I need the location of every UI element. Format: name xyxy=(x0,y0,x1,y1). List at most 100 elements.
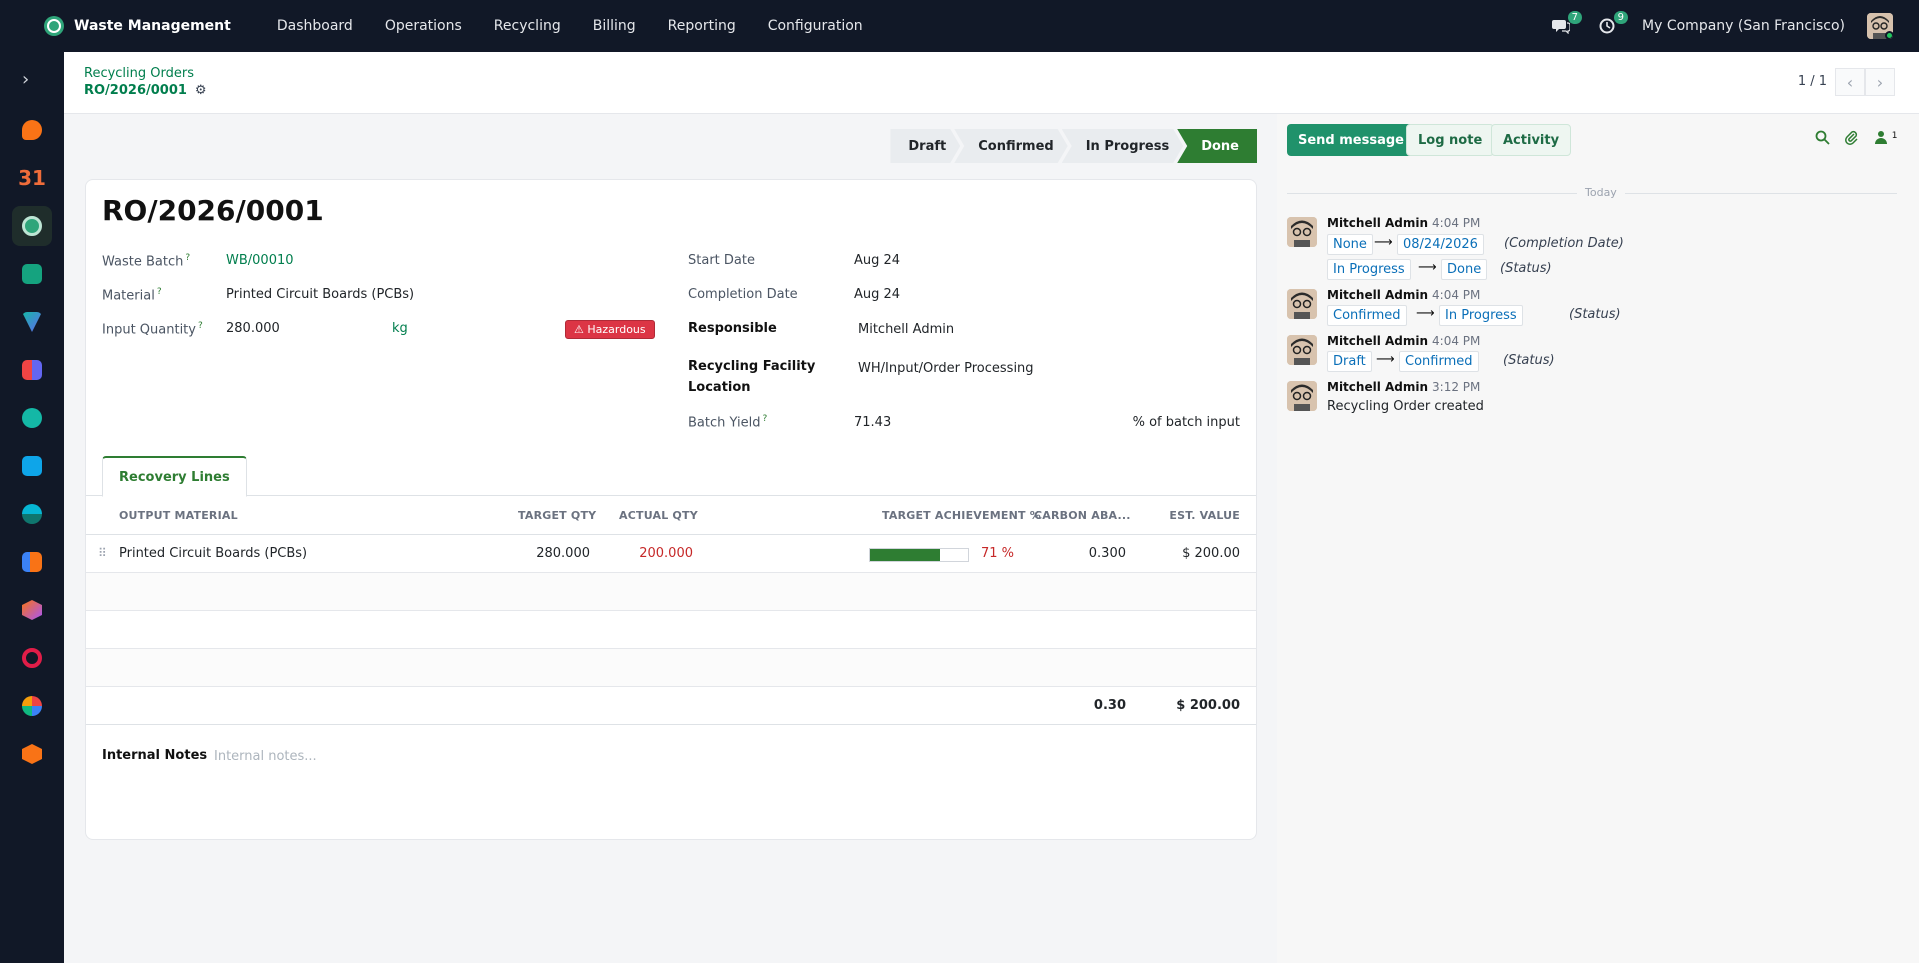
table-row[interactable]: ⠿ Printed Circuit Boards (PCBs) 280.000 … xyxy=(86,535,1256,573)
message-author[interactable]: Mitchell Admin 4:04 PM xyxy=(1327,288,1480,302)
start-date-field[interactable]: Aug 24 xyxy=(854,253,900,268)
cell-est-value[interactable]: $ 200.00 xyxy=(1182,546,1240,561)
pager-next-button[interactable]: › xyxy=(1865,68,1895,96)
facility-field[interactable]: WH/Input/Order Processing xyxy=(858,361,1034,376)
status-confirmed[interactable]: Confirmed xyxy=(954,129,1067,163)
send-message-button[interactable]: Send message xyxy=(1287,124,1415,156)
breadcrumb-current-record: RO/2026/0001 ⚙ xyxy=(84,83,207,98)
company-switcher[interactable]: My Company (San Francisco) xyxy=(1642,18,1845,34)
col-target-achievement[interactable]: TARGET ACHIEVEMENT % xyxy=(882,509,1041,522)
nav-reporting[interactable]: Reporting xyxy=(668,18,736,34)
cell-actual-qty[interactable]: 200.000 xyxy=(639,546,693,561)
nav-billing[interactable]: Billing xyxy=(593,18,636,34)
input-uom-field[interactable]: kg xyxy=(392,321,408,336)
responsible-field[interactable]: Mitchell Admin xyxy=(858,322,954,337)
sidebar-app-crm[interactable] xyxy=(12,302,52,342)
responsible-label: Responsible xyxy=(688,321,777,336)
message-author-avatar[interactable] xyxy=(1287,381,1317,411)
drag-handle-icon[interactable]: ⠿ xyxy=(98,546,107,560)
sidebar-app-contacts[interactable] xyxy=(12,254,52,294)
change-new-value: Confirmed xyxy=(1399,351,1479,372)
user-face-icon xyxy=(1287,289,1317,319)
pie-chart-app-icon xyxy=(22,696,42,716)
log-note-button[interactable]: Log note xyxy=(1406,124,1495,156)
message-author[interactable]: Mitchell Admin 3:12 PM xyxy=(1327,380,1480,394)
sidebar-app-maintenance[interactable] xyxy=(12,734,52,774)
app-logo-icon[interactable] xyxy=(44,16,64,36)
dashboards-app-icon xyxy=(22,360,42,380)
total-est-value: $ 200.00 xyxy=(1176,698,1240,713)
arrow-right-icon: ⟶ xyxy=(1416,306,1435,321)
message-author[interactable]: Mitchell Admin 4:04 PM xyxy=(1327,216,1480,230)
status-done[interactable]: Done xyxy=(1177,129,1257,163)
col-est-value[interactable]: EST. VALUE xyxy=(1169,509,1240,522)
crm-app-icon xyxy=(22,312,42,332)
nav-recycling[interactable]: Recycling xyxy=(494,18,561,34)
app-name[interactable]: Waste Management xyxy=(74,18,231,34)
nav-configuration[interactable]: Configuration xyxy=(768,18,863,34)
sidebar-app-invoicing[interactable] xyxy=(12,446,52,486)
user-avatar[interactable] xyxy=(1867,13,1893,39)
messages-button[interactable]: 7 xyxy=(1550,11,1583,37)
paperclip-icon[interactable] xyxy=(1844,130,1859,149)
cell-carbon[interactable]: 0.300 xyxy=(1089,546,1126,561)
message-time: 3:12 PM xyxy=(1432,380,1481,394)
app-sidebar: › 31 xyxy=(0,52,64,963)
sidebar-app-timesheets[interactable] xyxy=(12,398,52,438)
message-author[interactable]: Mitchell Admin 4:04 PM xyxy=(1327,334,1480,348)
sidebar-app-helpdesk[interactable] xyxy=(12,638,52,678)
search-icon[interactable] xyxy=(1815,130,1830,149)
col-target-qty[interactable]: TARGET QTY xyxy=(518,509,596,522)
cell-target-qty[interactable]: 280.000 xyxy=(536,546,590,561)
nav-dashboard[interactable]: Dashboard xyxy=(277,18,353,34)
inventory-app-icon xyxy=(22,600,42,620)
gear-icon[interactable]: ⚙ xyxy=(195,83,207,98)
sidebar-expand-icon[interactable]: › xyxy=(22,69,29,90)
col-carbon-abatement[interactable]: CARBON ABA... xyxy=(1034,509,1131,522)
cell-output-material[interactable]: Printed Circuit Boards (PCBs) xyxy=(119,546,307,561)
sidebar-app-waste-management[interactable] xyxy=(12,206,52,246)
activities-button[interactable]: 9 xyxy=(1596,11,1629,37)
chatter-panel: Send message Log note Activity 1 Today M… xyxy=(1277,114,1919,963)
change-field-name: (Status) xyxy=(1569,307,1621,322)
batch-yield-suffix: % of batch input xyxy=(1132,415,1240,430)
activity-button[interactable]: Activity xyxy=(1491,124,1572,156)
change-old-value: Draft xyxy=(1327,351,1372,372)
change-new-value: Done xyxy=(1441,259,1488,280)
followers-button[interactable]: 1 xyxy=(1875,130,1898,148)
change-old-value: In Progress xyxy=(1327,259,1411,280)
table-row-empty[interactable] xyxy=(86,611,1256,649)
col-output-material[interactable]: OUTPUT MATERIAL xyxy=(119,509,238,522)
internal-notes-input[interactable] xyxy=(214,749,814,764)
recovery-table-header: OUTPUT MATERIAL TARGET QTY ACTUAL QTY TA… xyxy=(86,497,1256,535)
sidebar-app-planning[interactable] xyxy=(12,542,52,582)
sidebar-app-reporting[interactable] xyxy=(12,686,52,726)
waste-batch-field[interactable]: WB/00010 xyxy=(226,253,294,268)
status-in-progress[interactable]: In Progress xyxy=(1062,129,1184,163)
pager-value[interactable]: 1 / 1 xyxy=(1798,74,1827,89)
waste-app-icon xyxy=(22,216,42,236)
sidebar-app-discuss[interactable] xyxy=(12,110,52,150)
col-actual-qty[interactable]: ACTUAL QTY xyxy=(619,509,698,522)
batch-yield-label: Batch Yield? xyxy=(688,414,768,431)
table-row-empty[interactable] xyxy=(86,649,1256,687)
tab-recovery-lines[interactable]: Recovery Lines xyxy=(102,456,247,497)
pager-previous-button[interactable]: ‹ xyxy=(1835,68,1865,96)
input-quantity-field[interactable]: 280.000 xyxy=(226,321,280,336)
facility-label-line2: Location xyxy=(688,380,751,395)
sidebar-app-sales[interactable] xyxy=(12,494,52,534)
message-author-avatar[interactable] xyxy=(1287,335,1317,365)
status-draft[interactable]: Draft xyxy=(890,129,960,163)
nav-operations[interactable]: Operations xyxy=(385,18,462,34)
message-author-avatar[interactable] xyxy=(1287,289,1317,319)
sidebar-app-inventory[interactable] xyxy=(12,590,52,630)
completion-date-field[interactable]: Aug 24 xyxy=(854,287,900,302)
sidebar-app-calendar[interactable]: 31 xyxy=(12,158,52,198)
change-field-name: (Completion Date) xyxy=(1504,236,1624,251)
input-quantity-label: Input Quantity? xyxy=(102,321,203,338)
breadcrumb-recycling-orders[interactable]: Recycling Orders xyxy=(84,66,194,81)
table-row-empty[interactable] xyxy=(86,573,1256,611)
material-field[interactable]: Printed Circuit Boards (PCBs) xyxy=(226,287,414,302)
sidebar-app-dashboards[interactable] xyxy=(12,350,52,390)
message-author-avatar[interactable] xyxy=(1287,217,1317,247)
